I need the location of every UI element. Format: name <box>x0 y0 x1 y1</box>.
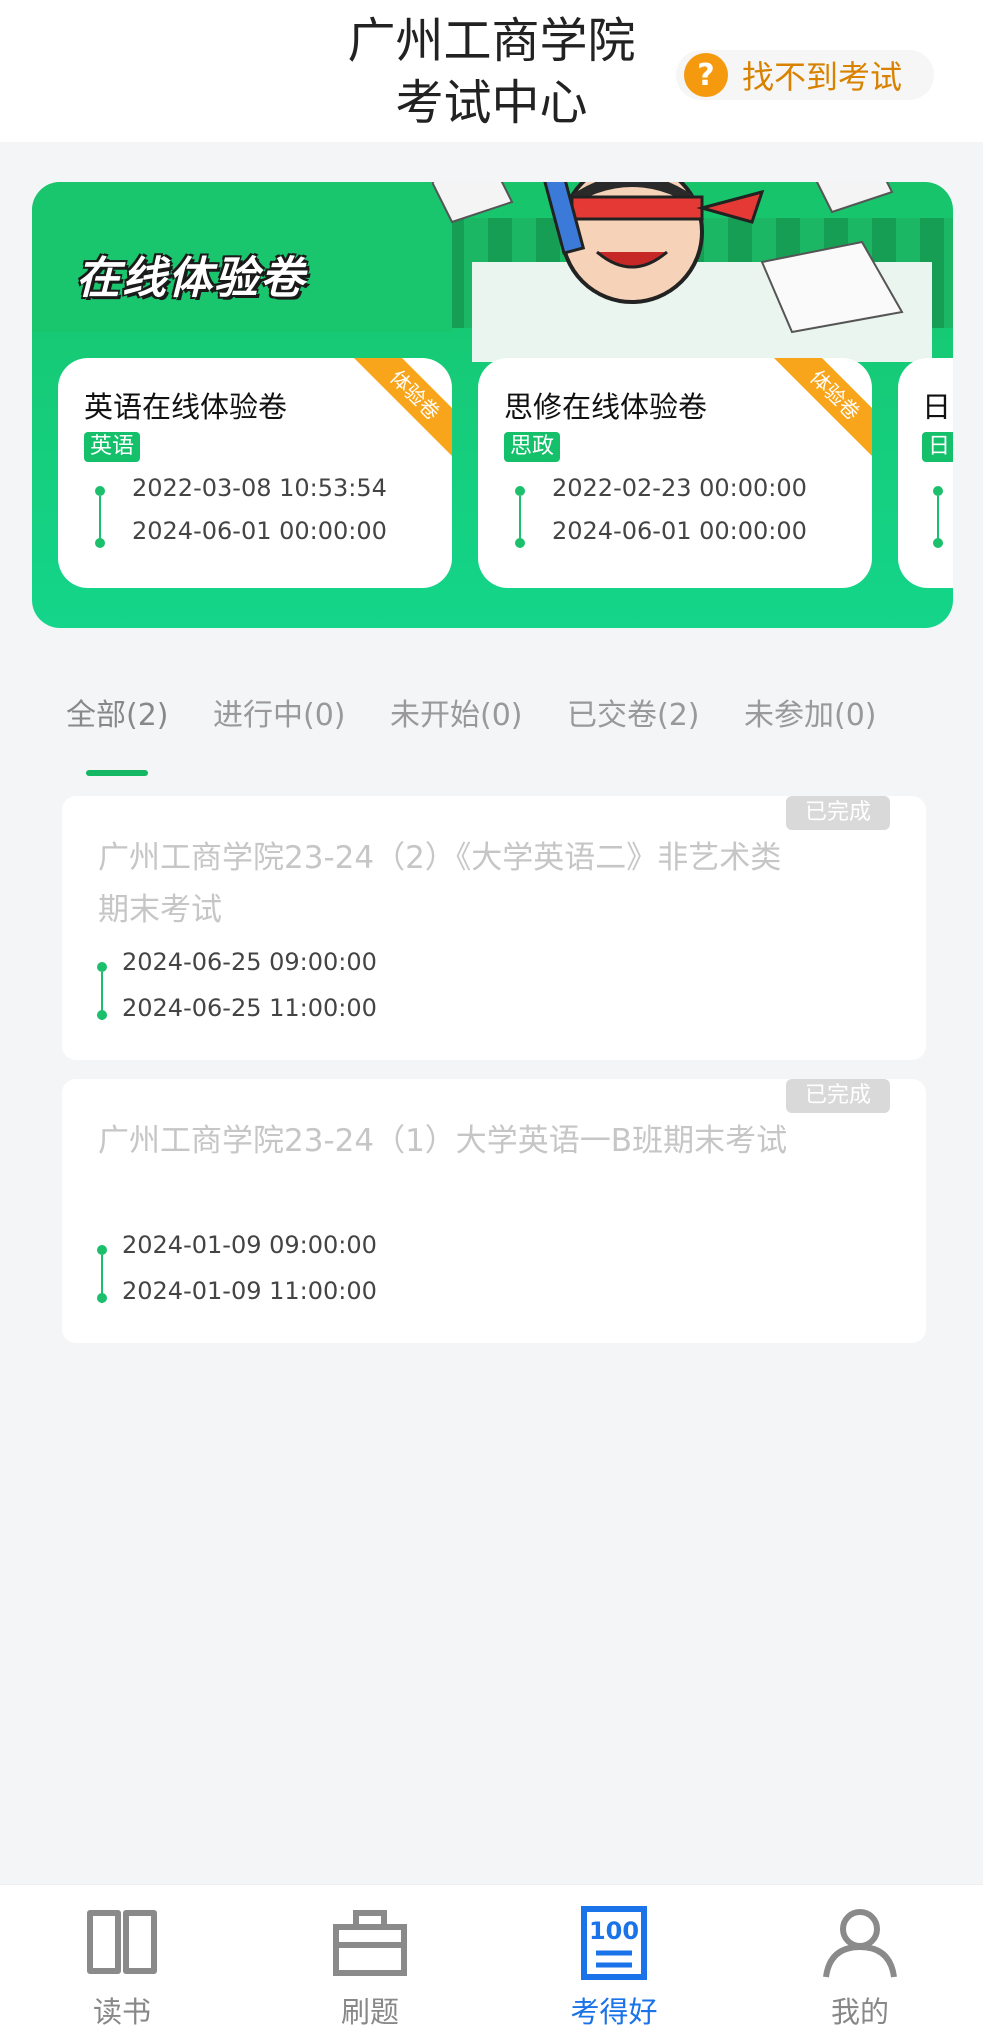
nav-label: 读书 <box>92 1995 151 2029</box>
header: 广州工商学院 考试中心 ? 找不到考试 <box>0 0 983 142</box>
question-icon: ? <box>684 53 728 97</box>
nav-label: 刷题 <box>340 1995 399 2029</box>
book-icon <box>87 1910 157 1974</box>
status-badge: 已完成 <box>786 796 890 830</box>
end-time: 2024-06-01 00:00:00 <box>552 517 807 545</box>
timeline-end-dot <box>515 538 525 548</box>
start-time: 2022-02-23 00:00:00 <box>552 474 807 502</box>
status-badge: 已完成 <box>786 1079 890 1113</box>
timeline-line <box>937 496 939 544</box>
trial-exam-banner: 在线体验卷 体验卷 英语在线体验卷 英语 2022-03-08 10:53:54… <box>32 182 953 628</box>
timeline-end-dot <box>97 1293 107 1303</box>
nav-label: 我的 <box>830 1995 889 2029</box>
cannot-find-exam-button[interactable]: ? 找不到考试 <box>676 50 934 100</box>
bottom-nav: 读书 刷题 100 考得好 我的 <box>0 1884 983 2040</box>
tab-not-started[interactable]: 未开始(0) <box>390 690 523 734</box>
trial-card[interactable]: 体验卷 思修在线体验卷 思政 2022-02-23 00:00:00 2024-… <box>478 358 872 588</box>
trial-card-title: 英语在线体验卷 <box>84 390 288 424</box>
timeline-start-dot <box>933 486 943 496</box>
subject-tag: 日 <box>922 432 953 462</box>
timeline-start-dot <box>515 486 525 496</box>
banner-title: 在线体验卷 <box>76 253 306 304</box>
trial-card[interactable]: 体验卷 英语在线体验卷 英语 2022-03-08 10:53:54 2024-… <box>58 358 452 588</box>
exam-card[interactable]: 已完成 广州工商学院23-24（2）《大学英语二》非艺术类期末考试 2024-0… <box>62 796 926 1060</box>
trial-ribbon: 体验卷 <box>769 358 872 461</box>
cannot-find-exam-label: 找不到考试 <box>742 58 903 96</box>
timeline-line <box>99 496 101 544</box>
tab-not-attended[interactable]: 未参加(0) <box>744 690 877 734</box>
trial-ribbon: 体验卷 <box>349 358 452 461</box>
exam-card[interactable]: 已完成 广州工商学院23-24（1）大学英语一B班期末考试 2024-01-09… <box>62 1079 926 1343</box>
end-time: 2024-06-01 00:00:00 <box>132 517 387 545</box>
svg-text:100: 100 <box>589 1917 639 1945</box>
trial-card-list[interactable]: 体验卷 英语在线体验卷 英语 2022-03-08 10:53:54 2024-… <box>58 358 953 590</box>
active-tab-indicator <box>86 770 148 776</box>
toolbox-icon <box>333 1910 407 1976</box>
person-icon <box>823 1909 897 1978</box>
nav-item-exam[interactable]: 100 考得好 <box>534 1905 694 2031</box>
tab-all[interactable]: 全部(2) <box>66 690 169 734</box>
nav-item-read[interactable]: 读书 <box>42 1905 202 2031</box>
end-time: 2024-06-25 11:00:00 <box>122 994 377 1022</box>
timeline-start-dot <box>95 486 105 496</box>
nav-label: 考得好 <box>570 1995 658 2029</box>
exam-title: 广州工商学院23-24（2）《大学英语二》非艺术类期末考试 <box>98 840 782 928</box>
exam-title: 广州工商学院23-24（1）大学英语一B班期末考试 <box>98 1123 788 1159</box>
nav-item-profile[interactable]: 我的 <box>780 1905 940 2031</box>
timeline-end-dot <box>95 538 105 548</box>
tab-submitted[interactable]: 已交卷(2) <box>567 690 700 734</box>
trial-card-title: 思修在线体验卷 <box>504 390 708 424</box>
banner-illustration <box>432 182 932 362</box>
end-time: 2024-01-09 11:00:00 <box>122 1277 377 1305</box>
trial-card-title: 日 <box>922 390 952 424</box>
start-time: 2022-03-08 10:53:54 <box>132 474 387 502</box>
timeline-line <box>519 496 521 544</box>
subject-tag: 思政 <box>504 432 561 462</box>
subject-tag: 英语 <box>84 432 141 462</box>
trial-card-partial[interactable]: 日 日 <box>898 358 953 588</box>
start-time: 2024-01-09 09:00:00 <box>122 1231 377 1259</box>
start-time: 2024-06-25 09:00:00 <box>122 948 377 976</box>
tab-in-progress[interactable]: 进行中(0) <box>213 690 346 734</box>
score-100-icon: 100 <box>581 1906 647 1980</box>
timeline-end-dot <box>97 1010 107 1020</box>
timeline-end-dot <box>933 538 943 548</box>
exam-filter-tabs: 全部(2) 进行中(0) 未开始(0) 已交卷(2) 未参加(0) <box>0 690 983 750</box>
timeline-start-dot <box>97 962 107 972</box>
nav-item-practice[interactable]: 刷题 <box>290 1905 450 2031</box>
timeline-start-dot <box>97 1245 107 1255</box>
